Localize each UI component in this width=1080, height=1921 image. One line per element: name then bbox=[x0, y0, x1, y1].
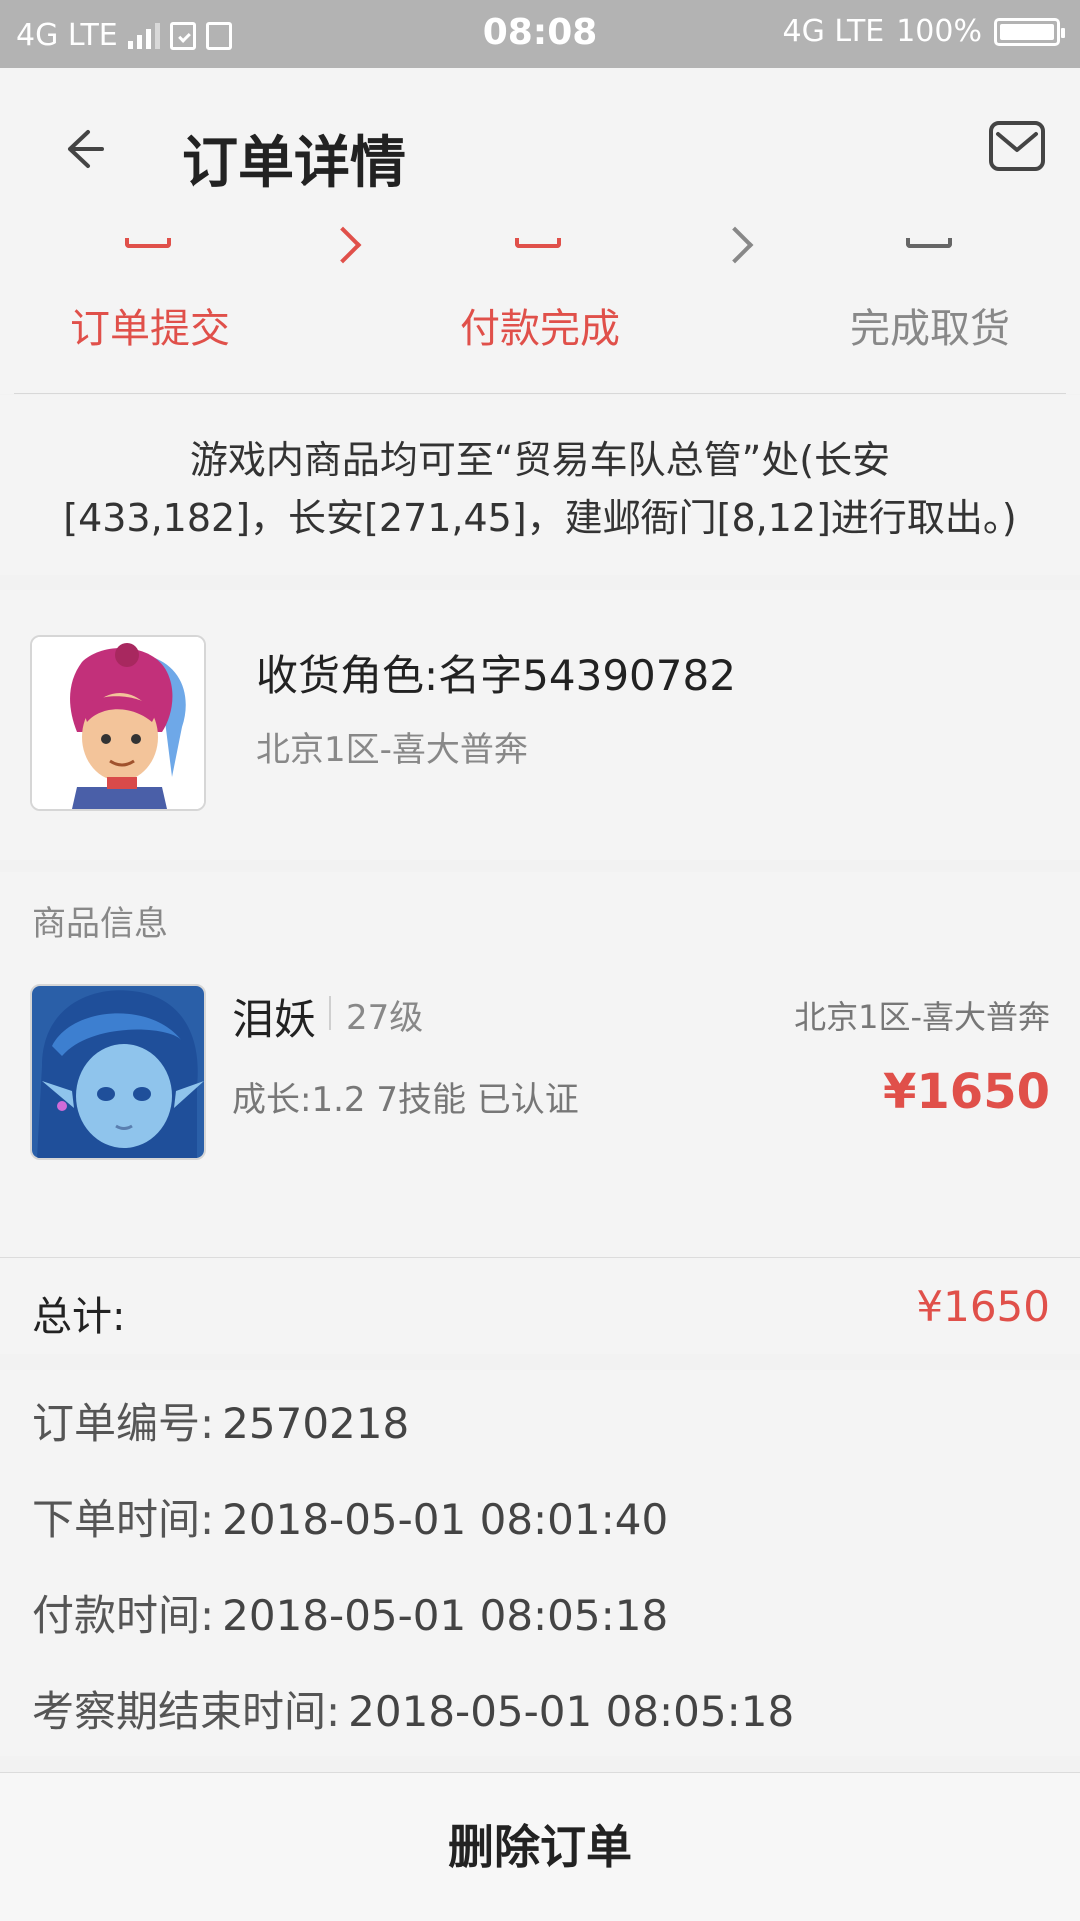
back-button[interactable] bbox=[58, 124, 108, 174]
divider bbox=[329, 996, 331, 1030]
payment-time-label: 付款时间: bbox=[32, 1591, 215, 1640]
goods-price: ¥1650 bbox=[883, 1064, 1050, 1120]
total-label: 总计: bbox=[32, 1294, 126, 1340]
payment-time-row: 付款时间: 2018-05-01 08:05:18 bbox=[32, 1582, 668, 1643]
status-right: 4G LTE 100% bbox=[782, 14, 1065, 49]
pet-avatar bbox=[30, 984, 206, 1160]
notice-line-1: 游戏内商品均可至“贸易车队总管”处(长安 bbox=[189, 438, 891, 482]
battery-percent: 100% bbox=[896, 14, 982, 49]
order-progress: 订单提交 付款完成 完成取货 bbox=[0, 226, 1080, 394]
back-arrow-icon bbox=[68, 130, 104, 168]
message-button[interactable] bbox=[988, 120, 1046, 172]
status-bar: 4G LTE 08:08 4G LTE 100% bbox=[0, 0, 1080, 68]
divider bbox=[14, 393, 1066, 394]
goods-level: 27级 bbox=[346, 998, 424, 1038]
app-header: 订单详情 bbox=[0, 68, 1080, 239]
goods-section-title: 商品信息 bbox=[32, 904, 168, 944]
page-title: 订单详情 bbox=[182, 131, 406, 196]
step-label-paid: 付款完成 bbox=[460, 306, 620, 352]
order-time-value: 2018-05-01 08:01:40 bbox=[222, 1495, 669, 1544]
pickup-notice: 游戏内商品均可至“贸易车队总管”处(长安 [433,182]，长安[271,45… bbox=[0, 395, 1080, 575]
goods-description: 成长:1.2 7技能 已认证 bbox=[232, 1080, 579, 1120]
goods-section: 商品信息 泪妖 27级 北京1区-喜大普奔 成长:1.2 7技能 已认证 ¥16… bbox=[0, 872, 1080, 1258]
delete-order-button[interactable]: 删除订单 bbox=[0, 1773, 1080, 1921]
order-number-row: 订单编号: 2570218 bbox=[32, 1390, 409, 1451]
receiver-role-name: 收货角色:名字54390782 bbox=[256, 651, 736, 700]
goods-name: 泪妖 bbox=[232, 995, 317, 1044]
step-icon-pickup bbox=[906, 238, 952, 248]
order-number-label: 订单编号: bbox=[32, 1399, 215, 1448]
order-total: 总计: ¥1650 bbox=[0, 1258, 1080, 1354]
receiver-role-card: 收货角色:名字54390782 北京1区-喜大普奔 bbox=[0, 590, 1080, 860]
step-icon-paid bbox=[515, 238, 561, 248]
order-info: 订单编号: 2570218 下单时间: 2018-05-01 08:01:40 付款… bbox=[0, 1370, 1080, 1756]
review-end-time-label: 考察期结束时间: bbox=[32, 1687, 341, 1736]
step-label-submit: 订单提交 bbox=[70, 306, 230, 352]
payment-time-value: 2018-05-01 08:05:18 bbox=[222, 1591, 669, 1640]
total-value: ¥1650 bbox=[916, 1282, 1050, 1331]
review-end-time-value: 2018-05-01 08:05:18 bbox=[348, 1687, 795, 1736]
notice-line-2: [433,182]，长安[271,45]，建邺衙门[8,12]进行取出。) bbox=[63, 496, 1017, 540]
network-label-right: 4G LTE bbox=[782, 14, 885, 49]
step-label-pickup: 完成取货 bbox=[850, 306, 1010, 352]
review-end-time-row: 考察期结束时间: 2018-05-01 08:05:18 bbox=[32, 1678, 794, 1739]
order-time-row: 下单时间: 2018-05-01 08:01:40 bbox=[32, 1486, 668, 1547]
mail-icon bbox=[989, 121, 1045, 171]
character-avatar bbox=[30, 635, 206, 811]
receiver-role-server: 北京1区-喜大普奔 bbox=[256, 730, 528, 770]
goods-server: 北京1区-喜大普奔 bbox=[794, 998, 1050, 1036]
order-time-label: 下单时间: bbox=[32, 1495, 215, 1544]
bottom-action-bar: 删除订单 bbox=[0, 1772, 1080, 1921]
order-number-value: 2570218 bbox=[222, 1399, 410, 1448]
step-icon-submit bbox=[125, 238, 171, 248]
battery-icon bbox=[994, 17, 1065, 46]
